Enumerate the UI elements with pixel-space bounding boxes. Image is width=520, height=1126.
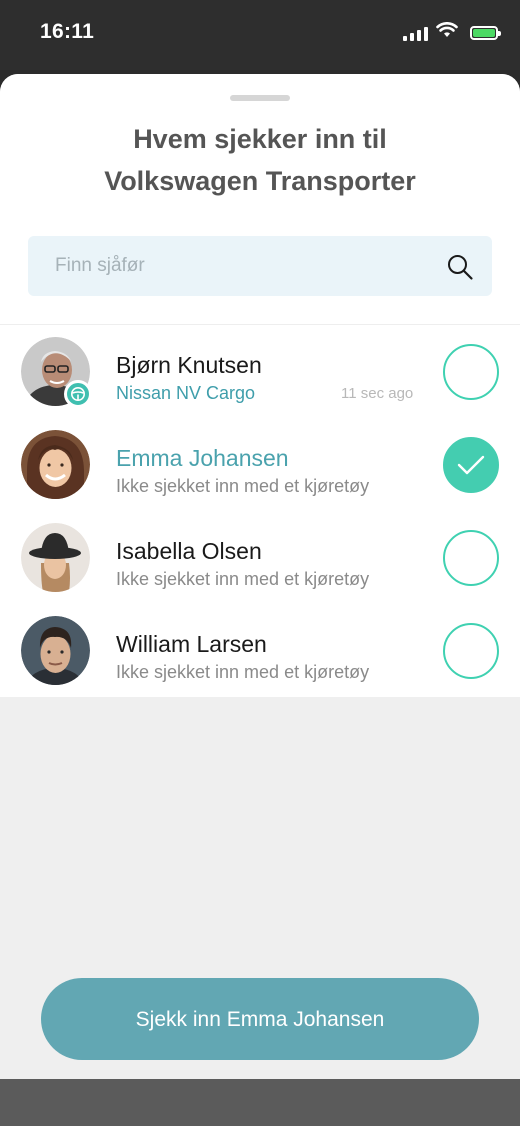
search-icon[interactable] [446, 253, 474, 281]
driver-name: Emma Johansen [116, 445, 289, 471]
search-input[interactable] [28, 235, 437, 297]
driver-status: Ikke sjekket inn med et kjøretøy [116, 569, 370, 589]
wifi-icon [436, 22, 458, 43]
avatar [21, 616, 90, 685]
driver-vehicle: Nissan NV Cargo [116, 383, 256, 403]
cellular-signal-icon [403, 25, 428, 41]
driver-row[interactable]: Bjørn Knutsen Nissan NV Cargo 11 sec ago [0, 325, 520, 418]
driver-row[interactable]: Emma Johansen Ikke sjekket inn med et kj… [0, 418, 520, 511]
select-driver-radio[interactable] [443, 437, 499, 493]
driver-name: Bjørn Knutsen [116, 352, 262, 378]
driver-name: William Larsen [116, 631, 267, 657]
battery-icon [470, 25, 501, 40]
driver-row[interactable]: William Larsen Ikke sjekket inn med et k… [0, 604, 520, 697]
avatar [21, 337, 92, 408]
avatar [21, 523, 90, 592]
search-bar [28, 235, 492, 297]
steering-wheel-icon [71, 387, 85, 401]
app-screen: 16:11 Hvem sjekker inn til Volkswagen Tr… [0, 0, 520, 1126]
battery-fill [473, 28, 495, 37]
status-time: 16:11 [40, 20, 95, 43]
status-icons [403, 22, 501, 43]
driver-status: Ikke sjekket inn med et kjøretøy [116, 662, 370, 682]
sheet-title: Hvem sjekker inn til Volkswagen Transpor… [0, 118, 520, 202]
driver-name: Isabella Olsen [116, 538, 262, 564]
select-driver-radio[interactable] [443, 623, 499, 679]
driver-status: Ikke sjekket inn med et kjøretøy [116, 476, 370, 496]
check-in-button[interactable]: Sjekk inn Emma Johansen [41, 978, 479, 1060]
bottom-bar [0, 1079, 520, 1126]
checkin-time-ago: 11 sec ago [341, 385, 414, 402]
sheet-title-line2: Volkswagen Transporter [104, 166, 416, 196]
select-driver-radio[interactable] [443, 344, 499, 400]
select-driver-radio[interactable] [443, 530, 499, 586]
sheet-header: Hvem sjekker inn til Volkswagen Transpor… [0, 74, 520, 324]
driver-picker-sheet: Hvem sjekker inn til Volkswagen Transpor… [0, 74, 520, 1079]
vehicle-badge [64, 380, 92, 408]
checkmark-icon [457, 455, 485, 475]
avatar [21, 430, 90, 499]
status-bar: 16:11 [0, 0, 520, 70]
sheet-title-line1: Hvem sjekker inn til [133, 124, 387, 154]
sheet-grabber-handle[interactable] [230, 95, 290, 101]
driver-row[interactable]: Isabella Olsen Ikke sjekket inn med et k… [0, 511, 520, 604]
driver-list: Bjørn Knutsen Nissan NV Cargo 11 sec ago [0, 324, 520, 697]
